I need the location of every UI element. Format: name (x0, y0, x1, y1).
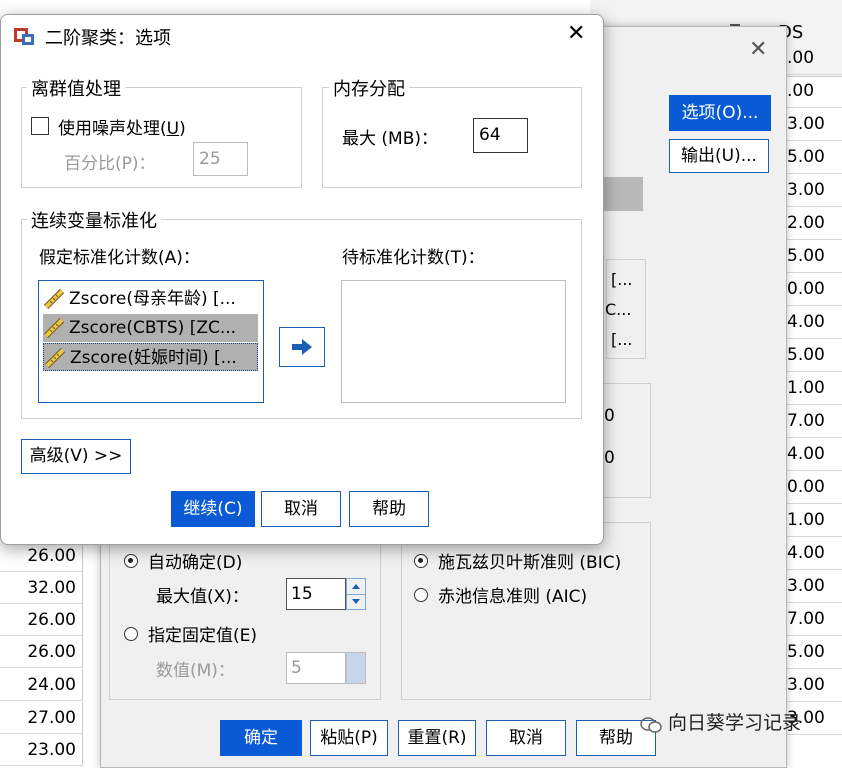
ok-button[interactable]: 确定 (220, 720, 302, 756)
partial-text: 0 (604, 448, 615, 468)
list-scroll-fragment (603, 177, 643, 211)
dialog-title: 二阶聚类：选项 (45, 28, 171, 49)
scale-ruler-icon (44, 347, 66, 369)
count-input: 5 (286, 652, 346, 684)
options-dialog: 二阶聚类：选项 ✕ 离群值处理 使用噪声处理(U) 百分比(P)： 25 内存分… (0, 14, 604, 545)
data-cell[interactable]: 32.00 (0, 572, 83, 604)
data-cell[interactable]: 5.00 (785, 240, 842, 273)
data-cell[interactable]: 7.00 (785, 405, 842, 438)
list-item[interactable]: Zscore(妊娠时间) [... (43, 343, 258, 371)
data-cell[interactable]: 1.00 (785, 372, 842, 405)
noise-checkbox[interactable] (31, 117, 49, 135)
scale-ruler-icon (43, 317, 65, 339)
advanced-button[interactable]: 高级(V) >> (21, 439, 131, 474)
data-cell[interactable]: 1.00 (785, 504, 842, 537)
close-icon[interactable]: ✕ (749, 37, 767, 62)
reset-button[interactable]: 重置(R) (398, 720, 476, 756)
cluster-count-group: 自动确定(D) 最大值(X)： 15 指定固定值(E) 数值(M)： 5 (109, 522, 381, 700)
data-cell[interactable]: 0.00 (785, 273, 842, 306)
assumed-list[interactable]: Zscore(母亲年龄) [... Zscore(CBTS) [ZC... Zs… (38, 280, 264, 403)
help-button[interactable]: 帮助 (349, 491, 429, 527)
sort-icon (730, 18, 740, 26)
auto-radio[interactable] (124, 554, 138, 568)
percent-label: 百分比(P)： (64, 154, 156, 174)
spin-up-icon[interactable] (347, 579, 365, 595)
paste-button[interactable]: 粘贴(P) (310, 720, 388, 756)
output-button[interactable]: 输出(U)... (669, 139, 769, 173)
percent-input: 25 (193, 142, 248, 176)
to-standardize-list[interactable] (341, 280, 566, 403)
partial-text: [... (611, 270, 633, 289)
data-cell[interactable]: 3.00 (785, 108, 842, 141)
data-cell[interactable]: 4.00 (785, 438, 842, 471)
data-cell[interactable]: 4.00 (785, 537, 842, 570)
list-item[interactable]: Zscore(母亲年龄) [... (43, 285, 258, 313)
data-cell[interactable]: 23.00 (0, 734, 83, 766)
data-cell[interactable]: 5.00 (785, 141, 842, 174)
wechat-icon (640, 716, 662, 733)
data-cell[interactable]: 0.00 (785, 471, 842, 504)
right-data-column: .00 .00 3.00 5.00 3.00 2.00 5.00 0.00 4.… (785, 0, 842, 761)
aic-radio[interactable] (414, 588, 428, 602)
spin-down-icon[interactable] (347, 594, 365, 609)
data-cell[interactable]: 27.00 (0, 702, 83, 734)
max-clusters-label: 最大值(X)： (156, 587, 249, 607)
arrow-right-icon (280, 339, 324, 371)
data-cell[interactable]: 26.00 (0, 636, 83, 668)
max-clusters-spinner[interactable] (346, 578, 366, 610)
spss-app-icon (13, 24, 35, 46)
partial-text: 0 (604, 406, 615, 426)
data-cell[interactable]: .00 (785, 75, 842, 108)
group-fragment: 0 0 (603, 383, 651, 498)
list-item[interactable]: Zscore(CBTS) [ZC... (43, 314, 258, 342)
max-clusters-input[interactable]: 15 (286, 578, 346, 610)
title-bar: 二阶聚类：选项 ✕ (1, 15, 603, 55)
data-cell[interactable]: 3.00 (785, 570, 842, 603)
noise-label: 使用噪声处理(U) (58, 119, 186, 139)
options-button[interactable]: 选项(O)... (669, 95, 771, 131)
data-cell[interactable]: 2.00 (785, 207, 842, 240)
close-icon[interactable]: ✕ (567, 21, 585, 46)
continue-button[interactable]: 继续(C) (171, 491, 255, 527)
data-cell[interactable]: 3.00 (785, 669, 842, 702)
cancel-button[interactable]: 取消 (261, 491, 341, 527)
data-cell[interactable]: 24.00 (0, 669, 83, 701)
move-right-button[interactable] (279, 327, 325, 367)
memory-max-input[interactable]: 64 (473, 118, 528, 153)
auto-label: 自动确定(D) (148, 553, 243, 573)
scale-ruler-icon (43, 288, 65, 310)
cancel-button[interactable]: 取消 (486, 720, 566, 756)
data-cell[interactable]: 3.00 (785, 174, 842, 207)
bic-radio[interactable] (414, 554, 428, 568)
partial-text: C... (605, 300, 632, 319)
aic-label: 赤池信息准则 (AIC) (438, 587, 588, 607)
watermark-text: 向日葵学习记录 (668, 712, 802, 734)
data-cell[interactable]: 26.00 (0, 604, 83, 636)
data-cell[interactable]: 7.00 (785, 603, 842, 636)
memory-max-label: 最大 (MB)： (342, 129, 438, 149)
count-spinner (346, 652, 366, 684)
partial-text: [... (611, 330, 633, 349)
criterion-group: 施瓦兹贝叶斯准则 (BIC) 赤池信息准则 (AIC) (401, 522, 651, 700)
variable-list-fragment: [... C... [... (605, 259, 646, 359)
bic-label: 施瓦兹贝叶斯准则 (BIC) (438, 553, 622, 573)
standardize-legend: 连续变量标准化 (27, 207, 161, 233)
data-cell[interactable]: 5.00 (785, 636, 842, 669)
fixed-radio[interactable] (124, 627, 138, 641)
to-standardize-label: 待标准化计数(T)： (342, 248, 485, 268)
data-cell[interactable]: 4.00 (785, 306, 842, 339)
count-label: 数值(M)： (156, 661, 235, 681)
watermark: 向日葵学习记录 (640, 708, 801, 735)
data-cell[interactable]: 5.00 (785, 339, 842, 372)
assumed-label: 假定标准化计数(A)： (39, 248, 200, 268)
data-cell[interactable]: .00 (785, 42, 842, 75)
fixed-label: 指定固定值(E) (148, 626, 258, 646)
outlier-legend: 离群值处理 (27, 75, 125, 101)
memory-legend: 内存分配 (329, 75, 409, 101)
